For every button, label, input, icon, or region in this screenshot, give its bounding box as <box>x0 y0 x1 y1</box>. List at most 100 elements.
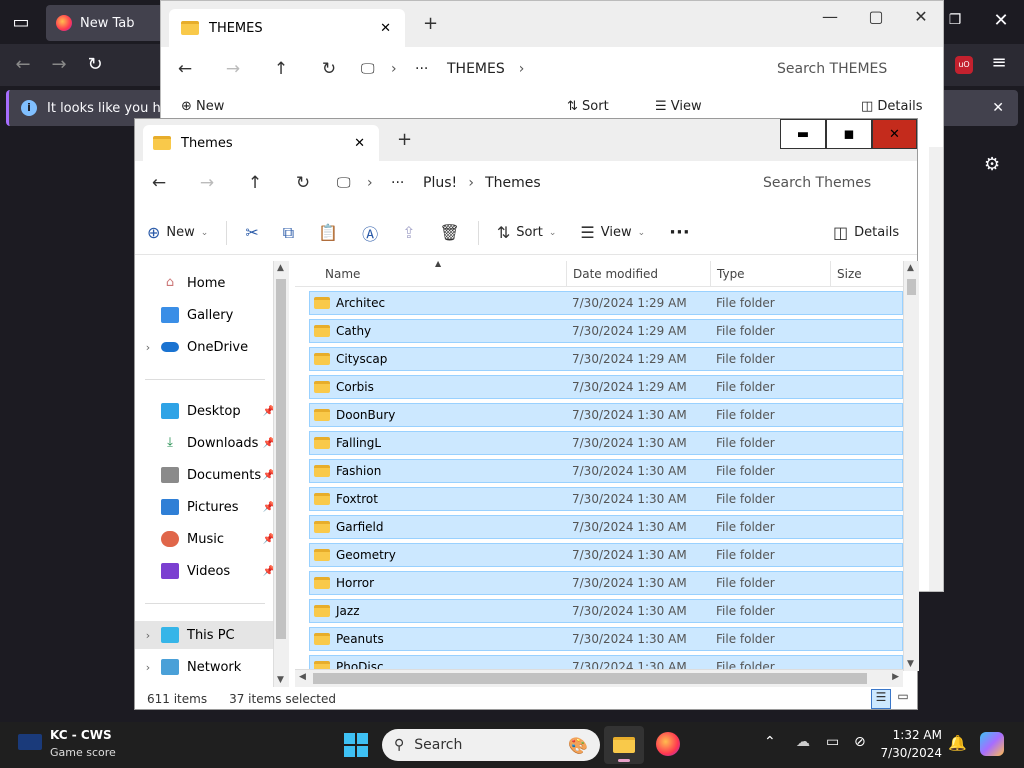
back-search-input[interactable]: Search THEMES <box>777 61 887 77</box>
back-icon[interactable]: ← <box>8 54 38 75</box>
up-icon[interactable]: ↑ <box>257 59 305 79</box>
back-scrollbar[interactable] <box>929 147 943 591</box>
refresh-icon[interactable]: ↻ <box>279 173 327 193</box>
column-size[interactable]: Size <box>831 261 903 287</box>
view-button[interactable]: ☰ View ⌄ <box>568 223 657 242</box>
widget-title[interactable]: KC - CWS <box>50 728 112 742</box>
copy-button[interactable]: ⧉ <box>271 223 306 243</box>
scroll-down-icon[interactable]: ▼ <box>907 659 914 669</box>
display-icon[interactable]: ▭ <box>826 734 839 750</box>
maximize-icon[interactable]: ▢ <box>853 1 899 31</box>
clock-time[interactable]: 1:32 AM <box>872 728 942 742</box>
back-explorer-tab[interactable]: THEMES ✕ <box>169 9 405 47</box>
chevron-right-icon[interactable]: › <box>135 661 161 674</box>
nav-item-videos[interactable]: Videos 📌 <box>135 557 275 585</box>
minimize-icon[interactable]: — <box>807 1 853 31</box>
rename-button[interactable]: Ⓐ <box>350 221 390 245</box>
share-button[interactable]: ⇪ <box>390 223 427 242</box>
nav-item-music[interactable]: Music 📌 <box>135 525 275 553</box>
file-row[interactable]: Fashion 7/30/2024 1:30 AM File folder <box>309 459 903 483</box>
menu-icon[interactable]: ≡ <box>984 52 1014 73</box>
maximize-button[interactable]: ◼ <box>826 119 872 149</box>
restore-icon[interactable]: ❐ <box>940 12 970 28</box>
file-list-scrollbar[interactable]: ▲ ▼ <box>903 261 919 671</box>
back-icon[interactable]: ← <box>135 173 183 193</box>
scroll-left-icon[interactable]: ◀ <box>299 672 306 682</box>
ublock-icon[interactable]: uO <box>955 56 973 74</box>
minimize-button[interactable]: ▬ <box>780 119 826 149</box>
nav-pane-scrollbar[interactable]: ▲ ▼ <box>273 261 289 687</box>
file-row[interactable]: Foxtrot 7/30/2024 1:30 AM File folder <box>309 487 903 511</box>
file-row[interactable]: Corbis 7/30/2024 1:29 AM File folder <box>309 375 903 399</box>
nav-item-onedrive[interactable]: › OneDrive <box>135 333 275 361</box>
scroll-down-icon[interactable]: ▼ <box>277 675 284 685</box>
view-button[interactable]: ☰ View <box>655 99 702 114</box>
close-icon[interactable]: ✕ <box>899 1 943 31</box>
search-input[interactable]: Search Themes <box>745 167 915 199</box>
cut-button[interactable]: ✂ <box>233 223 270 242</box>
scroll-thumb[interactable] <box>276 279 286 639</box>
file-row[interactable]: Jazz 7/30/2024 1:30 AM File folder <box>309 599 903 623</box>
new-tab-icon[interactable]: + <box>423 13 438 34</box>
delete-button[interactable]: 🗑 <box>428 223 472 242</box>
taskbar-search-box[interactable]: ⚲ Search 🎨 <box>382 729 600 761</box>
tab-close-icon[interactable]: ✕ <box>380 21 391 36</box>
chevron-up-icon[interactable]: ⌃ <box>764 734 776 750</box>
network-status-icon[interactable]: ⊘ <box>854 734 866 750</box>
details-view-icon[interactable]: ☰ <box>871 689 891 709</box>
nav-item-pictures[interactable]: Pictures 📌 <box>135 493 275 521</box>
ellipsis-icon[interactable]: ··· <box>391 175 423 191</box>
explorer-tab[interactable]: Themes ✕ <box>143 125 379 161</box>
ellipsis-icon[interactable]: ··· <box>415 61 447 77</box>
tab-list-icon[interactable]: ▭ <box>6 12 36 33</box>
reload-icon[interactable]: ↻ <box>80 54 110 75</box>
file-row[interactable]: Horror 7/30/2024 1:30 AM File folder <box>309 571 903 595</box>
file-row[interactable]: Cathy 7/30/2024 1:29 AM File folder <box>309 319 903 343</box>
paste-button[interactable]: 📋 <box>306 223 350 242</box>
back-breadcrumb[interactable]: THEMES <box>447 61 505 77</box>
up-icon[interactable]: ↑ <box>231 173 279 193</box>
forward-icon[interactable]: → <box>183 173 231 193</box>
scroll-thumb[interactable] <box>313 673 867 684</box>
sort-button[interactable]: ⇅ Sort ⌄ <box>485 223 569 242</box>
clock-date[interactable]: 7/30/2024 <box>872 746 942 760</box>
nav-item-this-pc[interactable]: › This PC <box>135 621 275 649</box>
refresh-icon[interactable]: ↻ <box>305 59 353 79</box>
column-type[interactable]: Type <box>711 261 831 287</box>
forward-icon[interactable]: → <box>44 54 74 75</box>
tiles-view-icon[interactable]: ▭ <box>893 689 913 709</box>
scroll-up-icon[interactable]: ▲ <box>277 263 284 273</box>
settings-gear-icon[interactable]: ⚙ <box>984 154 1000 175</box>
file-row[interactable]: Cityscap 7/30/2024 1:29 AM File folder <box>309 347 903 371</box>
new-button[interactable]: ⊕ New <box>181 99 224 114</box>
forward-icon[interactable]: → <box>209 59 257 79</box>
chevron-right-icon[interactable]: › <box>135 629 161 642</box>
sort-button[interactable]: ⇅ Sort <box>567 99 609 114</box>
details-button[interactable]: ◫ Details <box>861 99 923 114</box>
nav-item-desktop[interactable]: Desktop 📌 <box>135 397 275 425</box>
file-row[interactable]: Geometry 7/30/2024 1:30 AM File folder <box>309 543 903 567</box>
start-button[interactable] <box>344 733 368 757</box>
column-date[interactable]: Date modified <box>567 261 711 287</box>
nav-item-network[interactable]: › Network <box>135 653 275 681</box>
tab-close-icon[interactable]: ✕ <box>354 136 365 151</box>
cloud-offline-icon[interactable]: ☁ <box>796 734 810 750</box>
breadcrumb-plus[interactable]: Plus! <box>423 175 457 191</box>
file-row[interactable]: FallingL 7/30/2024 1:30 AM File folder <box>309 431 903 455</box>
new-tab-icon[interactable]: + <box>397 129 412 150</box>
close-icon[interactable]: ✕ <box>986 10 1016 31</box>
file-row[interactable]: Peanuts 7/30/2024 1:30 AM File folder <box>309 627 903 651</box>
column-name[interactable]: Name ▲ <box>319 259 567 287</box>
scroll-thumb[interactable] <box>907 279 916 295</box>
back-icon[interactable]: ← <box>161 59 209 79</box>
notification-bell-icon[interactable]: 🔔 <box>948 734 967 752</box>
file-row[interactable]: Garfield 7/30/2024 1:30 AM File folder <box>309 515 903 539</box>
firefox-taskbar-button[interactable] <box>656 732 680 756</box>
breadcrumb-themes[interactable]: Themes <box>485 175 541 191</box>
nav-item-gallery[interactable]: Gallery <box>135 301 275 329</box>
nav-item-documents[interactable]: Documents 📌 <box>135 461 275 489</box>
scroll-right-icon[interactable]: ▶ <box>892 672 899 682</box>
horizontal-scrollbar[interactable]: ◀ ▶ <box>295 669 903 687</box>
info-close-icon[interactable]: ✕ <box>992 100 1004 116</box>
file-row[interactable]: Architec 7/30/2024 1:29 AM File folder <box>309 291 903 315</box>
